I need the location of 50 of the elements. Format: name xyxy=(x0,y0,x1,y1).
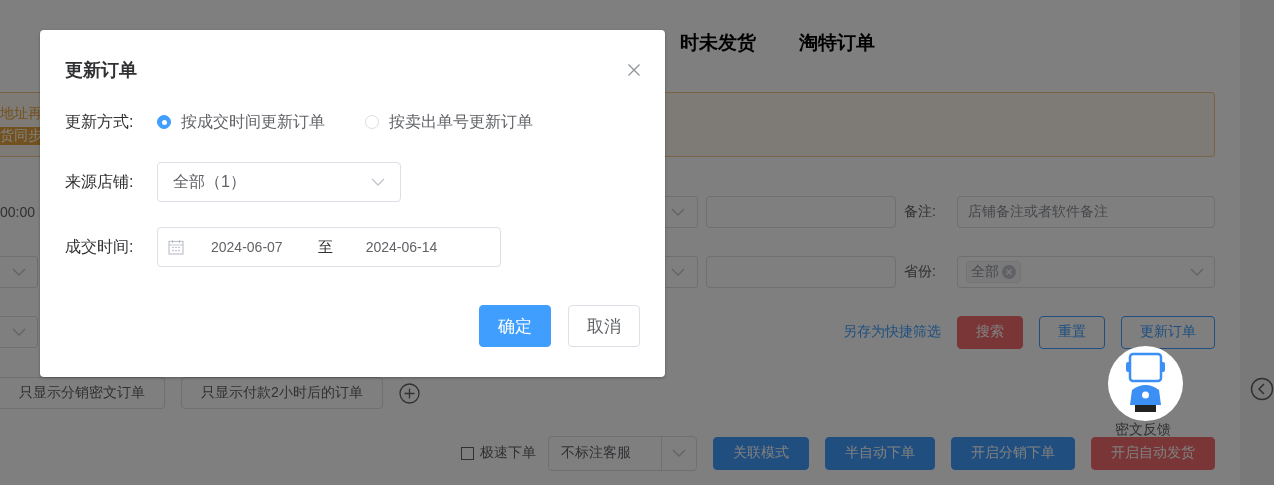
quick-filter-button[interactable]: 只显示分销密文订单 xyxy=(0,377,165,409)
robot-icon[interactable] xyxy=(1108,346,1183,421)
field-label: 省份: xyxy=(904,263,937,281)
caret-icon xyxy=(671,208,685,216)
action-button[interactable]: 开启分销下单 xyxy=(951,436,1075,470)
radio-label: 按成交时间更新订单 xyxy=(181,111,325,132)
select-field[interactable] xyxy=(0,256,38,288)
feedback-label: 密文反馈 xyxy=(1115,421,1171,439)
time-text: 00:00 xyxy=(0,204,37,220)
dialog-title: 更新订单 xyxy=(65,59,137,82)
action-button[interactable]: 开启自动发货 xyxy=(1091,436,1215,470)
end-date: 2024-06-14 xyxy=(365,239,438,255)
action-button[interactable]: 关联模式 xyxy=(713,436,809,470)
action-button[interactable]: 搜索 xyxy=(957,315,1023,349)
dialog-button[interactable]: 取消 xyxy=(568,305,640,347)
action-button[interactable]: 更新订单 xyxy=(1121,315,1215,349)
field-label: 来源店铺: xyxy=(65,171,135,192)
service-select[interactable]: 不标注客服 xyxy=(548,435,697,471)
close-icon[interactable] xyxy=(1002,265,1016,279)
checkbox-label: 极速下单 xyxy=(480,444,536,462)
field-label: 备注: xyxy=(904,203,937,221)
action-button[interactable]: 重置 xyxy=(1039,315,1105,349)
add-icon[interactable] xyxy=(398,382,420,404)
caret-icon xyxy=(671,268,685,276)
save-filter-link[interactable]: 另存为快捷筛选 xyxy=(843,323,941,341)
caret-icon xyxy=(672,449,686,457)
tab[interactable]: 淘特订单 xyxy=(799,29,875,56)
collapse-icon[interactable] xyxy=(1250,377,1274,401)
range-separator: 至 xyxy=(317,237,333,257)
field-label: 更新方式: xyxy=(65,111,135,132)
notice-text: 地址再 xyxy=(0,104,42,123)
date-range-field[interactable]: 2024-06-07 至 2024-06-14 xyxy=(157,227,501,267)
checkbox[interactable] xyxy=(461,446,474,460)
caret-icon xyxy=(371,178,385,186)
radio-button[interactable] xyxy=(157,115,171,129)
caret-icon xyxy=(1190,268,1204,276)
dialog-button[interactable]: 确定 xyxy=(479,305,551,347)
field-label: 成交时间: xyxy=(65,236,135,257)
select-field[interactable] xyxy=(0,316,38,348)
caret-icon xyxy=(11,328,26,336)
quick-filter-button[interactable]: 只显示付款2小时后的订单 xyxy=(181,377,383,409)
radio-label: 按卖出单号更新订单 xyxy=(389,111,533,132)
notice-text: 货同步 xyxy=(0,126,42,145)
tab[interactable]: 时未发货 xyxy=(680,29,756,56)
shop-select[interactable]: 全部（1） xyxy=(157,162,401,202)
start-date: 2024-06-07 xyxy=(211,239,283,255)
calendar-icon xyxy=(168,239,184,255)
close-icon[interactable] xyxy=(628,64,640,76)
caret-icon xyxy=(11,268,26,276)
action-button[interactable]: 半自动下单 xyxy=(825,436,935,470)
